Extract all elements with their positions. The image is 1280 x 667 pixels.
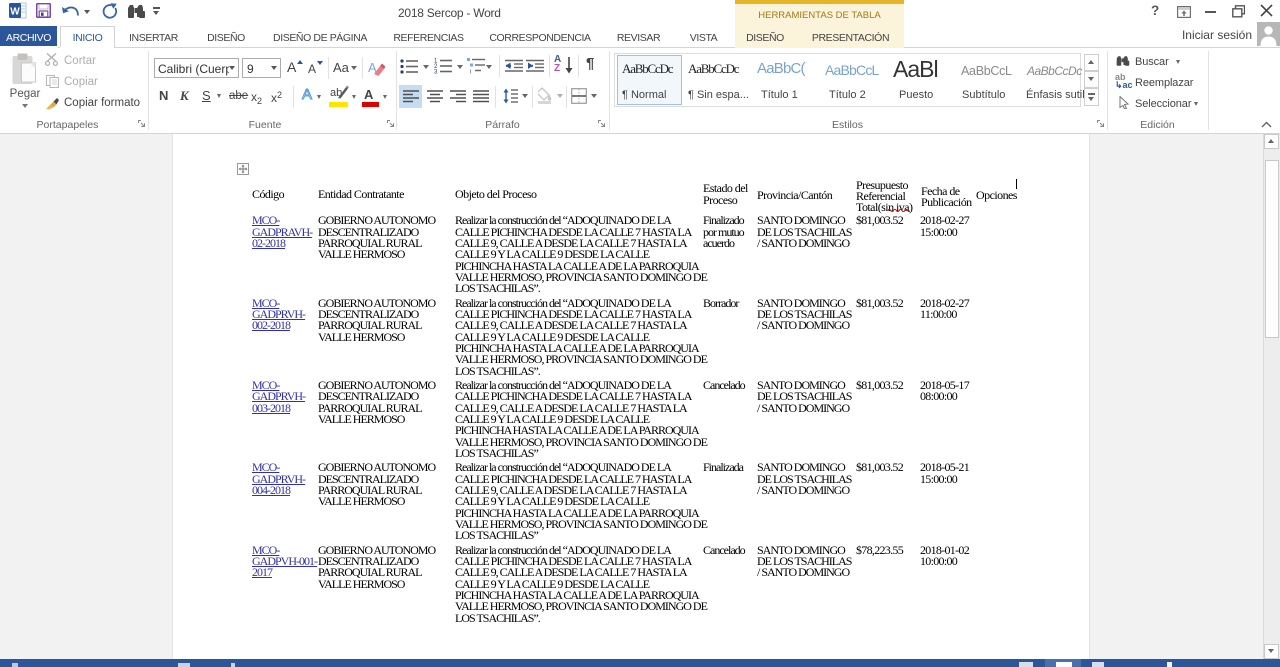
svg-text:W: W (10, 7, 20, 18)
svg-text:3: 3 (434, 70, 438, 75)
svg-text:i: i (470, 70, 471, 75)
